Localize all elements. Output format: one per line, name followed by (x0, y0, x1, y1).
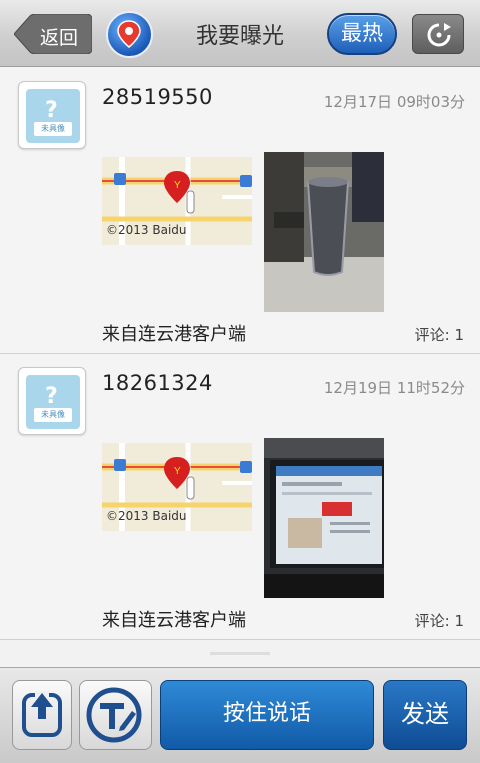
hot-sort-button[interactable]: 最热 (327, 13, 397, 55)
top-bar: 返回 我要曝光 最热 (0, 0, 480, 67)
default-avatar-icon: ? 未具像 (26, 89, 80, 143)
refresh-icon (427, 23, 451, 47)
post-photo[interactable] (264, 152, 384, 312)
monitor-screen-photo-icon (264, 438, 384, 598)
post-item[interactable]: ? 未具像 18261324 12月19日 11时52分 Y ©2013 Baid… (0, 354, 480, 640)
back-button-label: 返回 (40, 27, 79, 49)
back-button[interactable]: 返回 (14, 14, 92, 54)
post-photo[interactable] (264, 438, 384, 598)
app-logo-icon (106, 11, 153, 58)
upload-icon (22, 691, 62, 737)
post-comment-count[interactable]: 评论: 1 (415, 324, 464, 345)
location-map-thumbnail[interactable]: Y ©2013 Baidu (102, 443, 252, 531)
hold-to-talk-button[interactable]: 按住说话 (160, 680, 374, 750)
post-source: 来自连云港客户端 (102, 324, 246, 345)
post-item[interactable]: ? 未具像 28519550 12月17日 09时03分 Y ©2013 Baid… (0, 68, 480, 354)
refresh-button[interactable] (412, 14, 464, 54)
text-edit-icon (86, 687, 142, 743)
map-brand-label: ©2013 Baidu (106, 509, 187, 523)
list-end-indicator (210, 652, 270, 655)
post-time: 12月19日 11时52分 (323, 379, 465, 397)
post-source: 来自连云港客户端 (102, 610, 246, 631)
glass-cup-photo-icon (264, 152, 384, 312)
bottom-input-bar: 按住说话 发送 (0, 667, 480, 763)
post-comment-count[interactable]: 评论: 1 (415, 610, 464, 631)
location-map-thumbnail[interactable]: Y ©2013 Baidu (102, 157, 252, 245)
map-brand-label: ©2013 Baidu (106, 223, 187, 237)
send-button[interactable]: 发送 (383, 680, 467, 750)
avatar[interactable]: ? 未具像 (18, 367, 86, 435)
post-time: 12月17日 09时03分 (323, 93, 465, 111)
page-title: 我要曝光 (195, 24, 284, 49)
avatar[interactable]: ? 未具像 (18, 81, 86, 149)
svg-text:Y: Y (174, 180, 181, 191)
post-author: 28519550 (102, 85, 213, 109)
text-input-toggle-button[interactable] (79, 680, 152, 750)
post-author: 18261324 (102, 371, 213, 395)
default-avatar-icon: ? 未具像 (26, 375, 80, 429)
svg-text:Y: Y (174, 466, 181, 477)
upload-button[interactable] (12, 680, 72, 750)
